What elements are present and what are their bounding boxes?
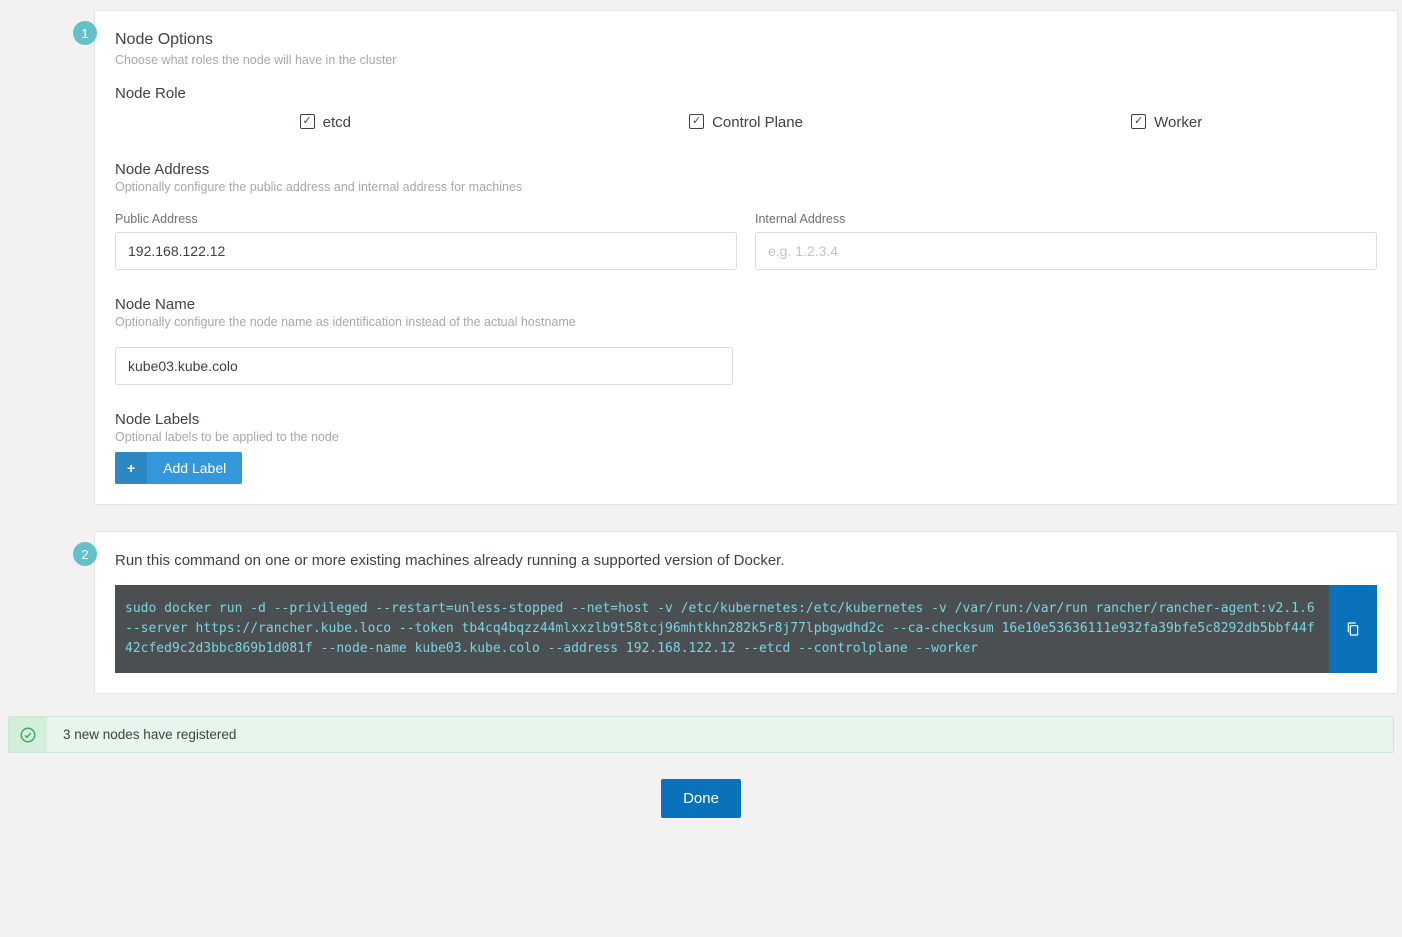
run-command-text: Run this command on one or more existing…	[115, 552, 1377, 569]
step-2-badge: 2	[73, 542, 97, 566]
plus-icon: +	[115, 452, 147, 484]
role-control-plane[interactable]: ✓ Control Plane	[536, 114, 957, 131]
node-name-input[interactable]	[115, 347, 733, 385]
node-address-sub: Optionally configure the public address …	[115, 180, 1377, 194]
node-role-heading: Node Role	[115, 85, 1377, 102]
node-options-title: Node Options	[115, 31, 1377, 49]
status-text: 3 new nodes have registered	[47, 717, 252, 752]
run-command-card: 2 Run this command on one or more existi…	[94, 531, 1398, 694]
node-name-heading: Node Name	[115, 296, 1377, 313]
node-labels-sub: Optional labels to be applied to the nod…	[115, 430, 1377, 444]
node-name-sub: Optionally configure the node name as id…	[115, 315, 1377, 329]
internal-address-label: Internal Address	[755, 212, 1377, 226]
role-etcd-label: etcd	[323, 114, 351, 131]
role-etcd[interactable]: ✓ etcd	[115, 114, 536, 131]
node-options-subtitle: Choose what roles the node will have in …	[115, 53, 1377, 67]
node-options-card: 1 Node Options Choose what roles the nod…	[94, 10, 1398, 505]
public-address-input[interactable]	[115, 232, 737, 270]
node-address-heading: Node Address	[115, 161, 1377, 178]
command-block[interactable]: sudo docker run -d --privileged --restar…	[115, 585, 1329, 673]
clipboard-icon	[1345, 621, 1361, 637]
checkbox-icon: ✓	[1131, 114, 1146, 129]
step-1-badge: 1	[73, 21, 97, 45]
node-labels-heading: Node Labels	[115, 411, 1377, 428]
done-button[interactable]: Done	[661, 779, 741, 818]
role-control-plane-label: Control Plane	[712, 114, 803, 131]
public-address-label: Public Address	[115, 212, 737, 226]
copy-button[interactable]	[1329, 585, 1377, 673]
add-label-button[interactable]: + Add Label	[115, 452, 242, 484]
checkbox-icon: ✓	[689, 114, 704, 129]
node-role-row: ✓ etcd ✓ Control Plane ✓ Worker	[115, 114, 1377, 131]
success-icon	[9, 717, 47, 752]
internal-address-input[interactable]	[755, 232, 1377, 270]
role-worker[interactable]: ✓ Worker	[956, 114, 1377, 131]
status-bar: 3 new nodes have registered	[8, 716, 1394, 753]
checkbox-icon: ✓	[300, 114, 315, 129]
add-label-text: Add Label	[147, 452, 242, 484]
role-worker-label: Worker	[1154, 114, 1202, 131]
